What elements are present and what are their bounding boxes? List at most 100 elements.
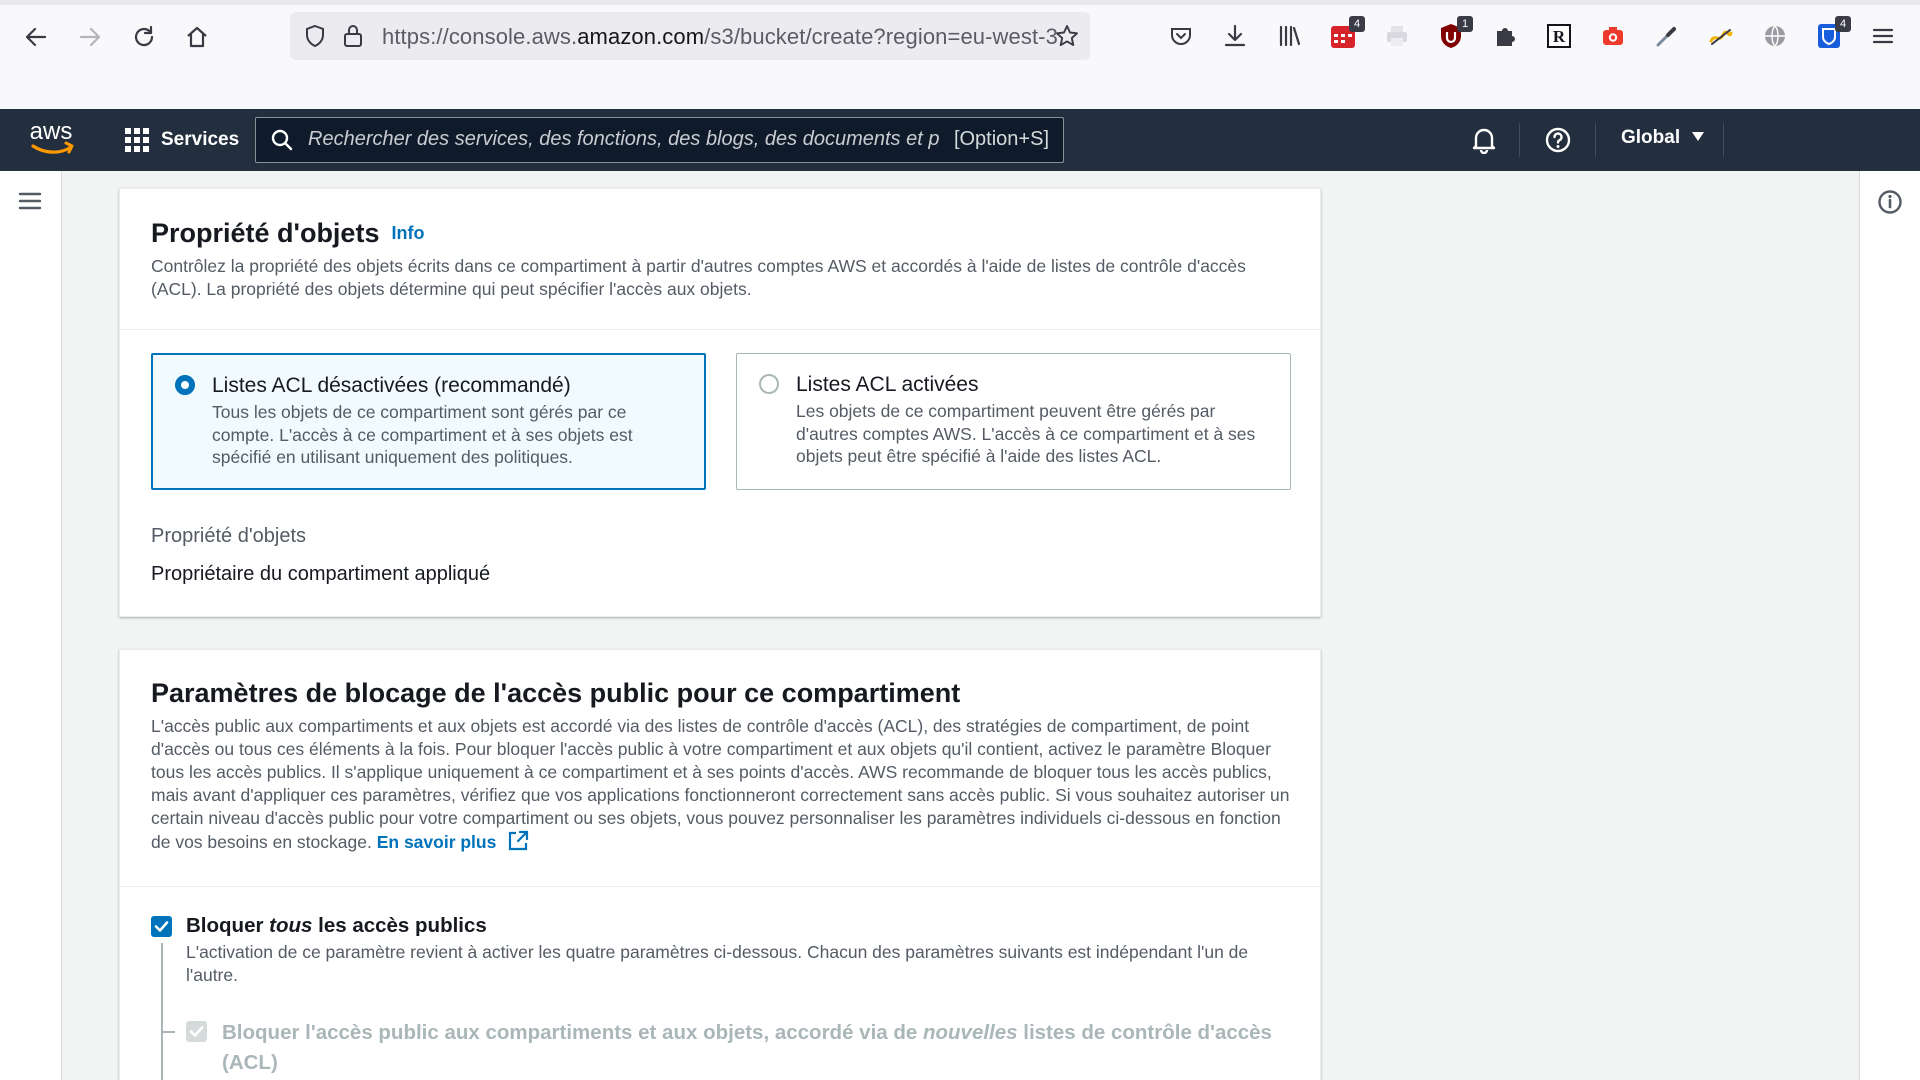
learn-more-label: En savoir plus [376,832,497,852]
tile-description: Tous les objets de ce compartiment sont … [212,402,633,467]
block-all-public-access-label[interactable]: Bloquer tous les accès publics [186,914,487,938]
eyedropper-icon [1656,27,1676,47]
object-ownership-panel: Propriété d'objets Info Contrôlez la prop… [119,188,1321,617]
eyedropper-extension[interactable] [1649,18,1685,54]
puzzle-icon [1497,28,1515,46]
library-button[interactable] [1271,18,1307,54]
search-placeholder: Rechercher des services, des fonctions, … [308,128,940,150]
library-icon [1279,25,1301,47]
block-public-access-panel: Paramètres de blocage de l'accès public … [119,649,1321,1080]
side-navigation-rail [0,171,62,1080]
scribble-icon [1709,29,1733,45]
ublock-badge: 1 [1457,16,1473,32]
unified-search-input[interactable]: Rechercher des services, des fonctions, … [255,117,1064,163]
reload-icon [134,25,154,47]
print-extension[interactable] [1379,18,1415,54]
panel-title-text: Propriété d'objets [151,218,380,248]
pocket-icon [1171,28,1191,45]
search-shortcut-hint: [Option+S] [953,128,1049,150]
info-circle-icon[interactable] [1877,189,1903,215]
downloads-button[interactable] [1217,18,1253,54]
app-menu-button[interactable] [1865,18,1901,54]
download-icon [1224,24,1246,47]
label-part: (ACL) [222,1051,278,1074]
services-menu-button[interactable]: Services [125,123,239,157]
camera-icon [1603,27,1623,45]
tree-connector-vertical [161,943,163,1080]
label-emphasis: tous [269,914,313,937]
label-emphasis: nouvelles [922,1021,1018,1044]
label-part: Bloquer [186,914,270,937]
ublock-extension[interactable]: 1 [1433,16,1473,54]
printer-icon [1387,26,1407,46]
block-new-acl-checkbox[interactable] [186,1021,207,1042]
object-ownership-label: Propriété d'objets [151,525,307,547]
r-extension[interactable]: R [1541,18,1577,54]
nav-divider [1519,123,1520,157]
reload-button[interactable] [127,20,161,54]
globe-extension[interactable] [1757,18,1793,54]
panel-title: Propriété d'objets Info [151,218,424,249]
panel-description: Contrôlez la propriété des objets écrits… [151,256,1246,299]
forward-button[interactable] [73,20,107,54]
tree-connector-horizontal [161,1031,175,1033]
url-bar[interactable]: https://console.aws.amazon.com/s3/bucket… [290,12,1090,60]
panel-header: Paramètres de blocage de l'accès public … [120,650,1320,887]
tile-description: Les objets de ce compartiment peuvent êt… [796,401,1256,466]
acl-enabled-tile[interactable]: Listes ACL activées Les objets de ce com… [736,353,1291,490]
shield-icon[interactable] [302,23,328,49]
external-link-icon [509,830,529,851]
calendar-badge: 4 [1349,16,1365,32]
block-all-public-access-checkbox[interactable] [151,916,172,937]
hamburger-menu-icon[interactable] [18,189,42,213]
home-button[interactable] [180,20,214,54]
help-panel-rail [1859,171,1920,1080]
info-link[interactable]: Info [391,223,424,243]
tile-title: Listes ACL désactivées (recommandé) [212,374,571,397]
object-ownership-value: Propriétaire du compartiment appliqué [151,563,491,585]
tab-strip-edge [0,0,1920,5]
region-selector[interactable]: Global [1621,127,1705,149]
help-button[interactable] [1543,125,1573,155]
svg-text:R: R [1553,27,1566,46]
panel-header: Propriété d'objets Info Contrôlez la prop… [120,189,1320,330]
aws-top-navigation: aws Services Rechercher des services, de… [0,109,1920,171]
url-text[interactable]: https://console.aws.amazon.com/s3/bucket… [382,24,1058,50]
arrow-right-icon [79,27,101,47]
aws-logo[interactable]: aws [26,117,78,163]
bookmark-star-icon[interactable] [1054,23,1080,49]
block-new-acl-label[interactable]: Bloquer l'accès public aux compartiments… [222,1018,1272,1078]
checkmark-icon [154,921,169,932]
panel-title: Paramètres de blocage de l'accès public … [151,678,961,708]
aws-logo-icon: aws [30,118,74,154]
acl-disabled-tile[interactable]: Listes ACL désactivées (recommandé) Tous… [151,353,706,490]
block-all-description: L'activation de ce paramètre revient à a… [186,942,1249,985]
search-icon [271,129,293,151]
hamburger-menu-icon [1872,28,1894,44]
bitwarden-extension[interactable]: 4 [1811,16,1851,54]
description-text: L'accès public aux compartiments et aux … [151,716,1290,852]
notifications-button[interactable] [1469,125,1499,155]
label-part: listes de contrôle d'accès [1017,1021,1272,1044]
calendar-extension[interactable]: 4 [1325,16,1365,54]
lock-icon[interactable] [341,23,365,49]
question-circle-icon [1545,127,1571,153]
scribble-extension[interactable] [1703,18,1739,54]
tile-title: Listes ACL activées [796,373,979,396]
panel-description: L'accès public aux compartiments et aux … [151,715,1291,854]
label-part: Bloquer l'accès public aux compartiments… [222,1021,923,1044]
label-part: les accès publics [312,914,487,937]
back-button[interactable] [19,20,53,54]
pocket-button[interactable] [1163,18,1199,54]
extensions-button[interactable] [1487,18,1523,54]
caret-down-icon [1692,132,1705,141]
bell-icon [1472,128,1496,154]
screenshot-extension[interactable] [1595,18,1631,54]
home-icon [187,26,207,48]
learn-more-link[interactable]: En savoir plus [376,830,530,852]
browser-toolbar: https://console.aws.amazon.com/s3/bucket… [0,0,1920,109]
grid-icon [125,128,149,152]
services-label: Services [161,129,240,150]
acl-enabled-radio[interactable] [759,374,779,394]
acl-disabled-radio[interactable] [175,375,195,395]
